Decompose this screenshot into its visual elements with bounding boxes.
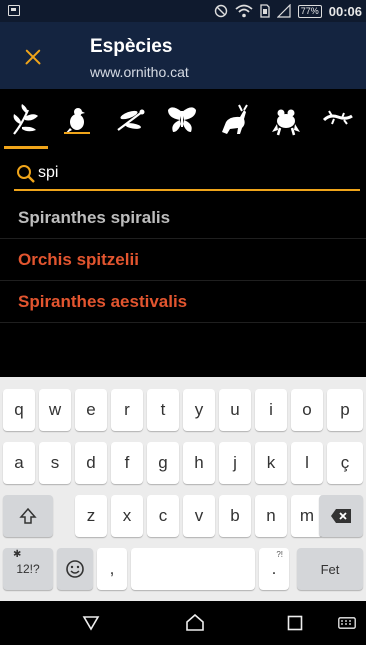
symbols-key[interactable]: ✱ 12!? xyxy=(3,548,53,590)
key[interactable]: v xyxy=(183,495,215,537)
key[interactable]: u xyxy=(219,389,251,431)
butterfly-icon xyxy=(168,107,196,132)
tab-birds[interactable] xyxy=(52,89,104,151)
key[interactable]: f xyxy=(111,442,143,484)
backspace-key[interactable] xyxy=(319,495,363,537)
tab-reptiles[interactable] xyxy=(312,89,364,151)
home-icon xyxy=(186,614,204,631)
gear-icon: ✱ xyxy=(13,549,22,560)
key[interactable]: b xyxy=(219,495,251,537)
shift-icon xyxy=(19,507,37,524)
home-button[interactable] xyxy=(175,609,215,637)
list-item[interactable]: Spiranthes aestivalis xyxy=(0,281,366,323)
dragonfly-icon xyxy=(117,109,145,131)
orchid-icon xyxy=(13,104,38,135)
emoji-icon xyxy=(66,560,84,578)
search-icon xyxy=(17,165,35,183)
tab-amphibians[interactable] xyxy=(260,89,312,151)
on-screen-keyboard: q w e r t y u i o p a s d f g h j k l ç … xyxy=(0,377,366,601)
navigation-bar xyxy=(0,601,366,645)
recent-apps-icon xyxy=(287,615,303,631)
back-triangle-icon xyxy=(82,616,100,631)
recent-apps-button[interactable] xyxy=(275,609,315,637)
shift-key[interactable] xyxy=(3,495,53,537)
lizard-icon xyxy=(322,110,353,125)
emoji-key[interactable] xyxy=(57,548,93,590)
key[interactable]: o xyxy=(291,389,323,431)
keyboard-icon xyxy=(338,617,356,629)
key[interactable]: c xyxy=(147,495,179,537)
key[interactable]: p xyxy=(327,389,363,431)
tab-dragonflies[interactable] xyxy=(104,89,156,151)
key[interactable]: y xyxy=(183,389,215,431)
signal-icon xyxy=(276,4,291,18)
key[interactable]: g xyxy=(147,442,179,484)
list-item[interactable]: Spiranthes spiralis xyxy=(0,197,366,239)
do-not-disturb-icon xyxy=(214,4,227,18)
tab-orchids[interactable] xyxy=(0,89,52,151)
page-title: Espècies xyxy=(90,36,173,57)
tab-mammals[interactable] xyxy=(208,89,260,151)
key[interactable]: s xyxy=(39,442,71,484)
symbols-key-label: 12!? xyxy=(16,562,40,576)
period-key[interactable]: ?! . xyxy=(259,548,289,590)
status-bar: 77% 00:06 xyxy=(0,0,366,22)
key[interactable]: q xyxy=(3,389,35,431)
back-button[interactable] xyxy=(71,609,111,637)
space-key[interactable] xyxy=(131,548,255,590)
key[interactable]: n xyxy=(255,495,287,537)
key[interactable]: l xyxy=(291,442,323,484)
period-key-alt: ?! xyxy=(276,550,283,559)
key[interactable]: e xyxy=(75,389,107,431)
key[interactable]: ç xyxy=(327,442,363,484)
battery-indicator: 77% xyxy=(297,4,322,18)
period-key-label: . xyxy=(271,559,277,578)
clock: 00:06 xyxy=(328,3,362,19)
tab-butterflies[interactable] xyxy=(156,89,208,151)
page-subtitle: www.ornitho.cat xyxy=(90,64,189,80)
screenshot-notification-icon xyxy=(8,5,20,16)
key[interactable]: r xyxy=(111,389,143,431)
search-underline xyxy=(14,189,360,191)
category-tabs xyxy=(0,89,366,151)
key[interactable]: x xyxy=(111,495,143,537)
search-bar xyxy=(0,151,366,197)
key[interactable]: w xyxy=(39,389,71,431)
sim-card-icon xyxy=(260,4,270,18)
list-item[interactable]: Orchis spitzelii xyxy=(0,239,366,281)
status-icons: 77% 00:06 xyxy=(214,2,362,20)
wifi-icon xyxy=(235,4,253,18)
key[interactable]: t xyxy=(147,389,179,431)
mammal-icon xyxy=(222,104,248,134)
bird-icon xyxy=(64,108,90,134)
backspace-icon xyxy=(331,509,351,523)
app-bar: Espècies www.ornitho.cat xyxy=(0,22,366,89)
key[interactable]: d xyxy=(75,442,107,484)
key[interactable]: i xyxy=(255,389,287,431)
comma-key[interactable]: , xyxy=(97,548,127,590)
key[interactable]: z xyxy=(75,495,107,537)
key[interactable]: j xyxy=(219,442,251,484)
key[interactable]: k xyxy=(255,442,287,484)
done-key[interactable]: Fet xyxy=(297,548,363,590)
frog-icon xyxy=(272,109,300,136)
keyboard-switch-button[interactable] xyxy=(330,609,364,637)
key[interactable]: a xyxy=(3,442,35,484)
close-button[interactable] xyxy=(18,40,52,74)
key[interactable]: h xyxy=(183,442,215,484)
results-list: Spiranthes spiralis Orchis spitzelii Spi… xyxy=(0,197,366,377)
search-input[interactable] xyxy=(38,161,338,185)
